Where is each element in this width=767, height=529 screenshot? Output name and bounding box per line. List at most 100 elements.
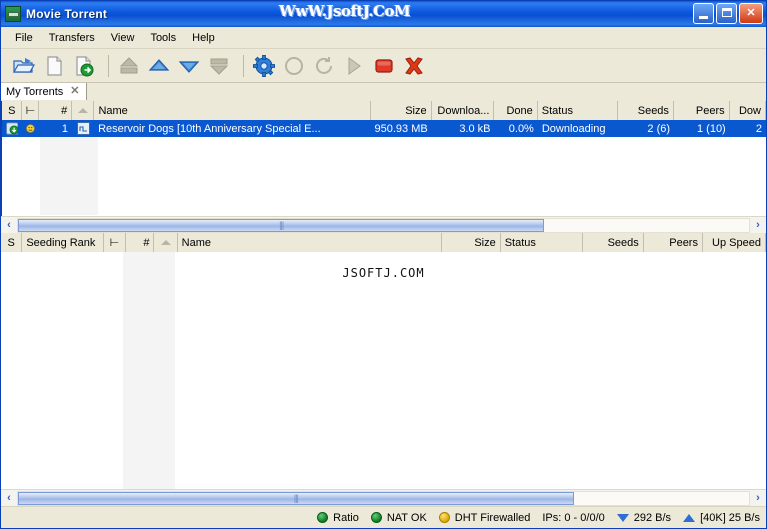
scroll-thumb[interactable]: ||| <box>18 218 545 232</box>
top-pane-horizontal-scrollbar[interactable]: ‹ ||| › <box>1 216 766 233</box>
remove-icon[interactable] <box>401 53 427 79</box>
move-up-icon[interactable] <box>146 53 172 79</box>
column-header-peers[interactable]: Peers <box>643 233 703 252</box>
close-button[interactable]: ✕ <box>739 3 763 24</box>
column-header-peers[interactable]: Peers <box>673 101 730 120</box>
scroll-thumb[interactable]: ||| <box>18 491 574 505</box>
scroll-track[interactable]: ||| <box>17 217 750 233</box>
column-header-name[interactable]: Name <box>177 233 442 252</box>
column-header-status[interactable]: Status <box>537 101 619 120</box>
column-header-s[interactable]: S <box>1 233 23 252</box>
ips-status-label: IPs: 0 - 0/0/0 <box>542 511 605 524</box>
upload-arrow-icon <box>683 513 696 522</box>
maximize-button[interactable] <box>716 3 737 24</box>
tab-close-icon[interactable]: ✕ <box>70 86 79 97</box>
menu-item-file[interactable]: File <box>7 30 41 46</box>
stop-icon[interactable] <box>371 53 397 79</box>
menu-bar: File Transfers View Tools Help <box>1 27 766 49</box>
row-health-icon-cell <box>22 120 39 137</box>
column-header-number[interactable]: # <box>39 101 73 120</box>
column-header-seeds[interactable]: Seeds <box>618 101 674 120</box>
move-top-icon[interactable] <box>116 53 142 79</box>
scroll-left-icon[interactable]: ‹ <box>1 490 17 506</box>
column-header-number[interactable]: # <box>125 233 155 252</box>
ips-status: IPs: 0 - 0/0/0 <box>542 512 604 524</box>
sort-ascending-icon <box>77 108 88 113</box>
nat-status[interactable]: NAT OK <box>370 511 427 524</box>
peers-list-pane: S Seeding Rank ⊢ # Name Size Status Seed… <box>1 233 766 489</box>
yellow-dot-icon <box>438 512 450 523</box>
column-header-size[interactable]: Size <box>441 233 501 252</box>
column-header-sort[interactable] <box>154 233 178 252</box>
row-number: 1 <box>61 122 68 135</box>
scroll-grip: ||| <box>293 493 299 503</box>
app-icon <box>5 6 21 22</box>
column-header-sort[interactable] <box>72 101 95 120</box>
title-watermark: WwW.JsoftJ.CoM <box>279 2 411 20</box>
nat-status-label: NAT OK <box>386 511 427 524</box>
upload-speed-label: [40K] 25 B/s <box>700 511 760 524</box>
table-row[interactable]: 1 Reservoir Dogs [10th Anniversary Speci… <box>2 120 766 137</box>
row-type-icon-cell <box>72 120 94 137</box>
row-status: Downloading <box>541 122 606 135</box>
download-speed-label: 292 B/s <box>633 511 672 524</box>
menu-item-transfers[interactable]: Transfers <box>41 30 103 46</box>
peers-list-header: S Seeding Rank ⊢ # Name Size Status Seed… <box>1 233 766 252</box>
menu-item-tools[interactable]: Tools <box>142 30 184 46</box>
torrent-file-icon <box>76 122 90 135</box>
minimize-button[interactable] <box>693 3 714 24</box>
scroll-left-icon[interactable]: ‹ <box>1 217 17 233</box>
column-header-downloaded[interactable]: Downloa... <box>431 101 495 120</box>
open-torrent-icon[interactable] <box>11 53 37 79</box>
toolbar-separator <box>243 54 244 77</box>
scroll-track[interactable]: ||| <box>17 490 750 506</box>
menu-item-help[interactable]: Help <box>184 30 223 46</box>
dht-status[interactable]: DHT Firewalled <box>438 512 530 524</box>
settings-gear-icon[interactable] <box>251 53 277 79</box>
column-header-status[interactable]: Status <box>500 233 583 252</box>
ratio-status-label: Ratio <box>333 511 359 524</box>
move-bottom-icon[interactable] <box>206 53 232 79</box>
status-bar: Ratio NAT OK DHT Firewalled IPs: 0 - 0/0… <box>1 506 766 528</box>
start-icon[interactable] <box>341 53 367 79</box>
download-arrow-icon <box>616 513 629 522</box>
tab-strip: My Torrents ✕ <box>1 83 766 101</box>
download-speed-status[interactable]: 292 B/s <box>616 511 672 524</box>
open-torrent-url-icon[interactable] <box>71 53 97 79</box>
column-header-up-speed[interactable]: Up Speed <box>702 233 766 252</box>
green-dot-icon <box>317 512 329 523</box>
sort-ascending-icon <box>160 240 171 245</box>
row-done: 0.0% <box>508 122 534 135</box>
row-down-speed: 2 <box>755 122 763 135</box>
force-recheck-icon[interactable] <box>311 53 337 79</box>
column-header-seeding-rank[interactable]: Seeding Rank <box>22 233 105 252</box>
bottom-pane-horizontal-scrollbar[interactable]: ‹ ||| › <box>1 489 766 506</box>
new-torrent-icon[interactable] <box>41 53 67 79</box>
row-name: Reservoir Dogs [10th Anniversary Special… <box>98 122 321 135</box>
tab-my-torrents[interactable]: My Torrents ✕ <box>1 83 87 101</box>
column-header-flag[interactable]: ⊢ <box>104 233 126 252</box>
sorted-column-band <box>123 252 175 489</box>
column-header-flag[interactable]: ⊢ <box>22 101 40 120</box>
move-down-icon[interactable] <box>176 53 202 79</box>
column-header-s[interactable]: S <box>2 101 23 120</box>
torrent-list-body: 1 Reservoir Dogs [10th Anniversary Speci… <box>2 120 766 215</box>
application-window: Movie Torrent WwW.JsoftJ.CoM ✕ File Tran… <box>0 0 767 529</box>
queue-icon[interactable] <box>281 53 307 79</box>
scroll-right-icon[interactable]: › <box>750 490 766 506</box>
row-downloaded: 3.0 kB <box>459 122 491 135</box>
row-seeds: 2 (6) <box>647 122 671 135</box>
torrent-list-header: S ⊢ # Name Size Downloa... Done Status S… <box>2 101 766 120</box>
column-header-down-speed[interactable]: Dow <box>729 101 766 120</box>
row-size: 950.93 MB <box>374 122 428 135</box>
column-header-size[interactable]: Size <box>370 101 432 120</box>
column-header-done[interactable]: Done <box>494 101 538 120</box>
menu-item-view[interactable]: View <box>103 30 143 46</box>
scroll-right-icon[interactable]: › <box>750 217 766 233</box>
toolbar <box>1 49 766 83</box>
ratio-status[interactable]: Ratio <box>317 512 359 524</box>
column-header-name[interactable]: Name <box>94 101 371 120</box>
downloading-icon <box>6 122 19 135</box>
column-header-seeds[interactable]: Seeds <box>582 233 644 252</box>
upload-speed-status[interactable]: [40K] 25 B/s <box>683 512 760 524</box>
